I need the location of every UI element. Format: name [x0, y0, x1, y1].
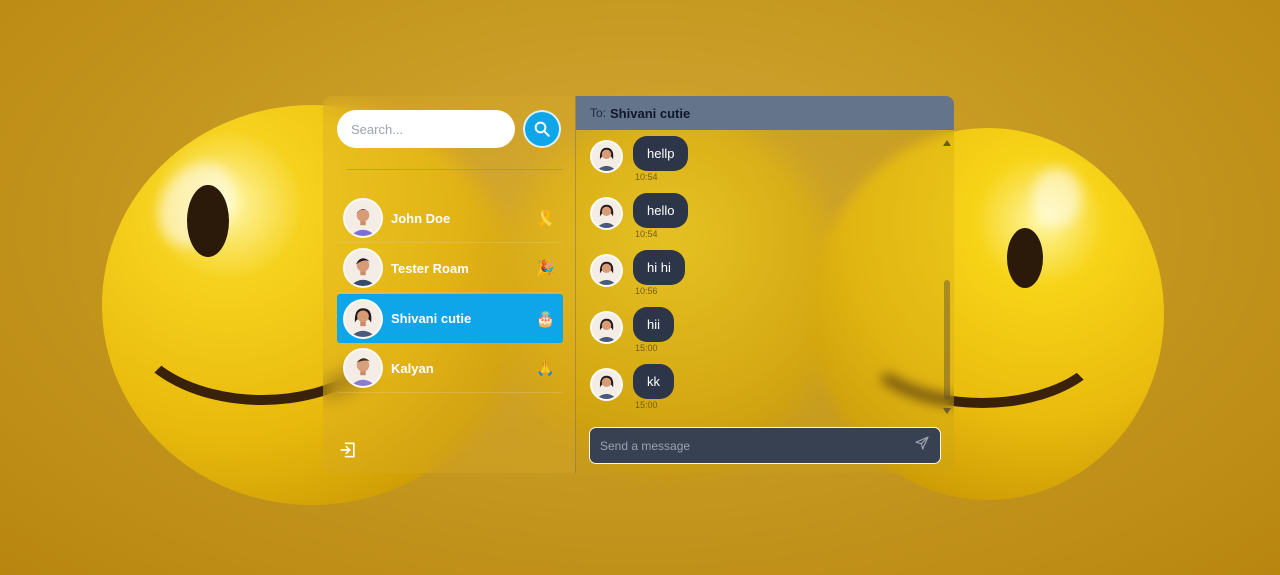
message-time: 10:54 — [635, 172, 658, 182]
avatar — [590, 197, 623, 230]
folded-hands-icon: 🙏 — [536, 360, 555, 377]
message-bubble: hello — [633, 193, 689, 228]
scroll-up-arrow-icon[interactable] — [943, 140, 951, 146]
contact-list: John Doe 🎗️ Tester Roam 🎉 Shivani cutie … — [337, 194, 563, 394]
logout-button[interactable] — [338, 440, 358, 465]
contact-name: John Doe — [391, 210, 451, 226]
woman-avatar-icon — [592, 142, 621, 171]
send-button[interactable] — [914, 435, 930, 456]
sidebar: John Doe 🎗️ Tester Roam 🎉 — [323, 96, 576, 473]
search-bar — [337, 110, 561, 148]
contact-item-shivani-cutie[interactable]: Shivani cutie 🎂 — [337, 294, 563, 343]
chat-header: To: Shivani cutie — [576, 96, 954, 130]
message-item: kk 15:00 — [590, 364, 674, 410]
message-list: hellp 10:54 hello 10:54 hi hi 10:56 hii … — [576, 136, 954, 414]
message-composer — [589, 427, 941, 464]
sidebar-divider — [347, 169, 563, 170]
avatar — [343, 198, 383, 238]
avatar — [343, 248, 383, 288]
avatar — [590, 140, 623, 173]
logout-icon — [340, 442, 355, 458]
message-scrollbar[interactable] — [943, 140, 951, 414]
message-input[interactable] — [600, 438, 914, 453]
avatar — [590, 254, 623, 287]
woman-avatar-icon — [592, 313, 621, 342]
chat-app-window: John Doe 🎗️ Tester Roam 🎉 — [323, 96, 954, 473]
contact-name: Kalyan — [391, 360, 434, 376]
message-bubble: hi hi — [633, 250, 685, 285]
contact-item-tester-roam[interactable]: Tester Roam 🎉 — [337, 244, 563, 293]
message-bubble: kk — [633, 364, 674, 399]
message-time: 10:56 — [635, 286, 658, 296]
message-item: hii 15:00 — [590, 307, 675, 353]
search-input[interactable] — [337, 110, 515, 148]
woman-avatar-icon — [592, 256, 621, 285]
avatar — [590, 311, 623, 344]
chat-panel: To: Shivani cutie hellp 10:54 hello 10:5… — [576, 96, 954, 473]
avatar — [343, 298, 383, 339]
man-avatar-icon — [345, 200, 381, 236]
woman-avatar-icon — [592, 199, 621, 228]
send-icon — [915, 436, 929, 450]
message-time: 15:00 — [635, 400, 658, 410]
man-avatar-icon — [345, 250, 381, 286]
to-label: To: — [590, 106, 607, 120]
message-bubble: hii — [633, 307, 675, 342]
scroll-thumb[interactable] — [944, 280, 950, 400]
contact-name: Tester Roam — [391, 260, 469, 276]
search-button[interactable] — [523, 110, 561, 148]
message-bubble: hellp — [633, 136, 689, 171]
message-item: hello 10:54 — [590, 193, 689, 239]
cake-icon: 🎂 — [536, 310, 555, 328]
avatar — [590, 368, 623, 401]
contact-item-john-doe[interactable]: John Doe 🎗️ — [337, 194, 563, 243]
woman-avatar-icon — [345, 300, 381, 337]
contact-name: Shivani cutie — [391, 311, 472, 326]
avatar — [343, 348, 383, 388]
man-avatar-icon — [345, 350, 381, 386]
message-time: 15:00 — [635, 343, 658, 353]
scroll-down-arrow-icon[interactable] — [943, 408, 951, 414]
message-item: hi hi 10:56 — [590, 250, 685, 296]
party-popper-icon: 🎉 — [536, 260, 555, 277]
ribbon-icon: 🎗️ — [536, 210, 555, 227]
woman-avatar-icon — [592, 370, 621, 399]
message-item: hellp 10:54 — [590, 136, 689, 182]
search-icon — [534, 121, 550, 137]
message-time: 10:54 — [635, 229, 658, 239]
contact-item-kalyan[interactable]: Kalyan 🙏 — [337, 344, 563, 393]
recipient-name: Shivani cutie — [610, 105, 691, 121]
